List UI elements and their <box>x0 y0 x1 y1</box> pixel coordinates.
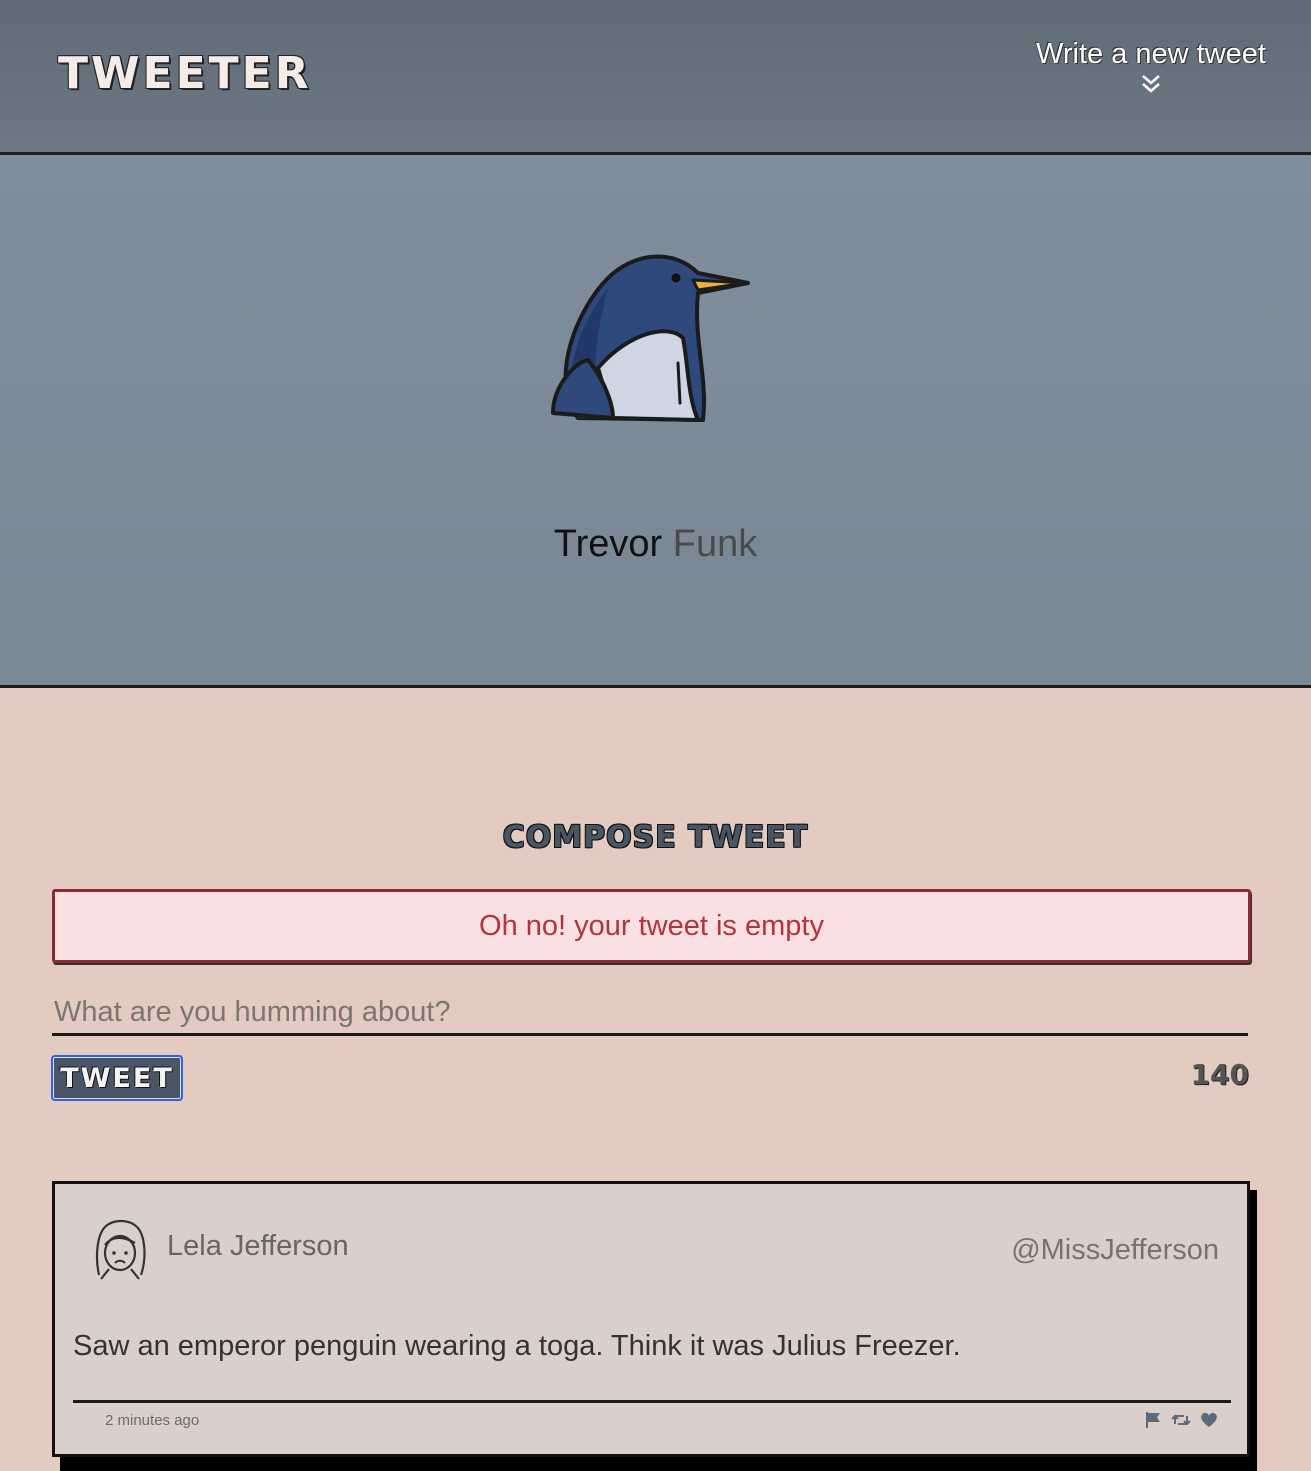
write-new-tweet-label: Write a new tweet <box>1036 38 1266 70</box>
app-logo[interactable]: TWEETER <box>58 48 312 99</box>
tweet-divider <box>73 1400 1231 1403</box>
tweet-textarea[interactable] <box>52 992 1248 1036</box>
penguin-avatar <box>551 254 750 422</box>
tweet-actions <box>1143 1410 1219 1430</box>
top-nav: TWEETER Write a new tweet <box>0 0 1311 155</box>
flag-icon[interactable] <box>1143 1410 1163 1430</box>
profile-first-name: Trevor <box>553 523 663 565</box>
error-message: Oh no! your tweet is empty <box>52 889 1251 963</box>
tweet-author-name: Lela Jefferson <box>167 1230 349 1262</box>
girl-avatar-icon <box>95 1219 146 1280</box>
profile-header: Trevor Funk <box>0 155 1311 688</box>
tweet-text: Saw an emperor penguin wearing a toga. T… <box>73 1330 961 1362</box>
retweet-icon[interactable] <box>1171 1410 1191 1430</box>
compose-title: COMPOSE TWEET <box>502 820 809 855</box>
tweet-author-handle: @MissJefferson <box>1011 1234 1219 1266</box>
profile-name: Trevor Funk <box>0 523 1311 566</box>
write-new-tweet-button[interactable]: Write a new tweet <box>1031 38 1271 95</box>
double-chevron-down-icon <box>1142 75 1160 93</box>
tweet-submit-button[interactable]: TWEET <box>51 1055 183 1101</box>
tweet-card: Lela Jefferson @MissJefferson Saw an emp… <box>52 1181 1250 1457</box>
profile-last-name: Funk <box>672 523 758 565</box>
char-counter: 140 <box>1190 1058 1249 1091</box>
tweet-timestamp: 2 minutes ago <box>105 1412 200 1429</box>
heart-icon[interactable] <box>1199 1410 1219 1430</box>
